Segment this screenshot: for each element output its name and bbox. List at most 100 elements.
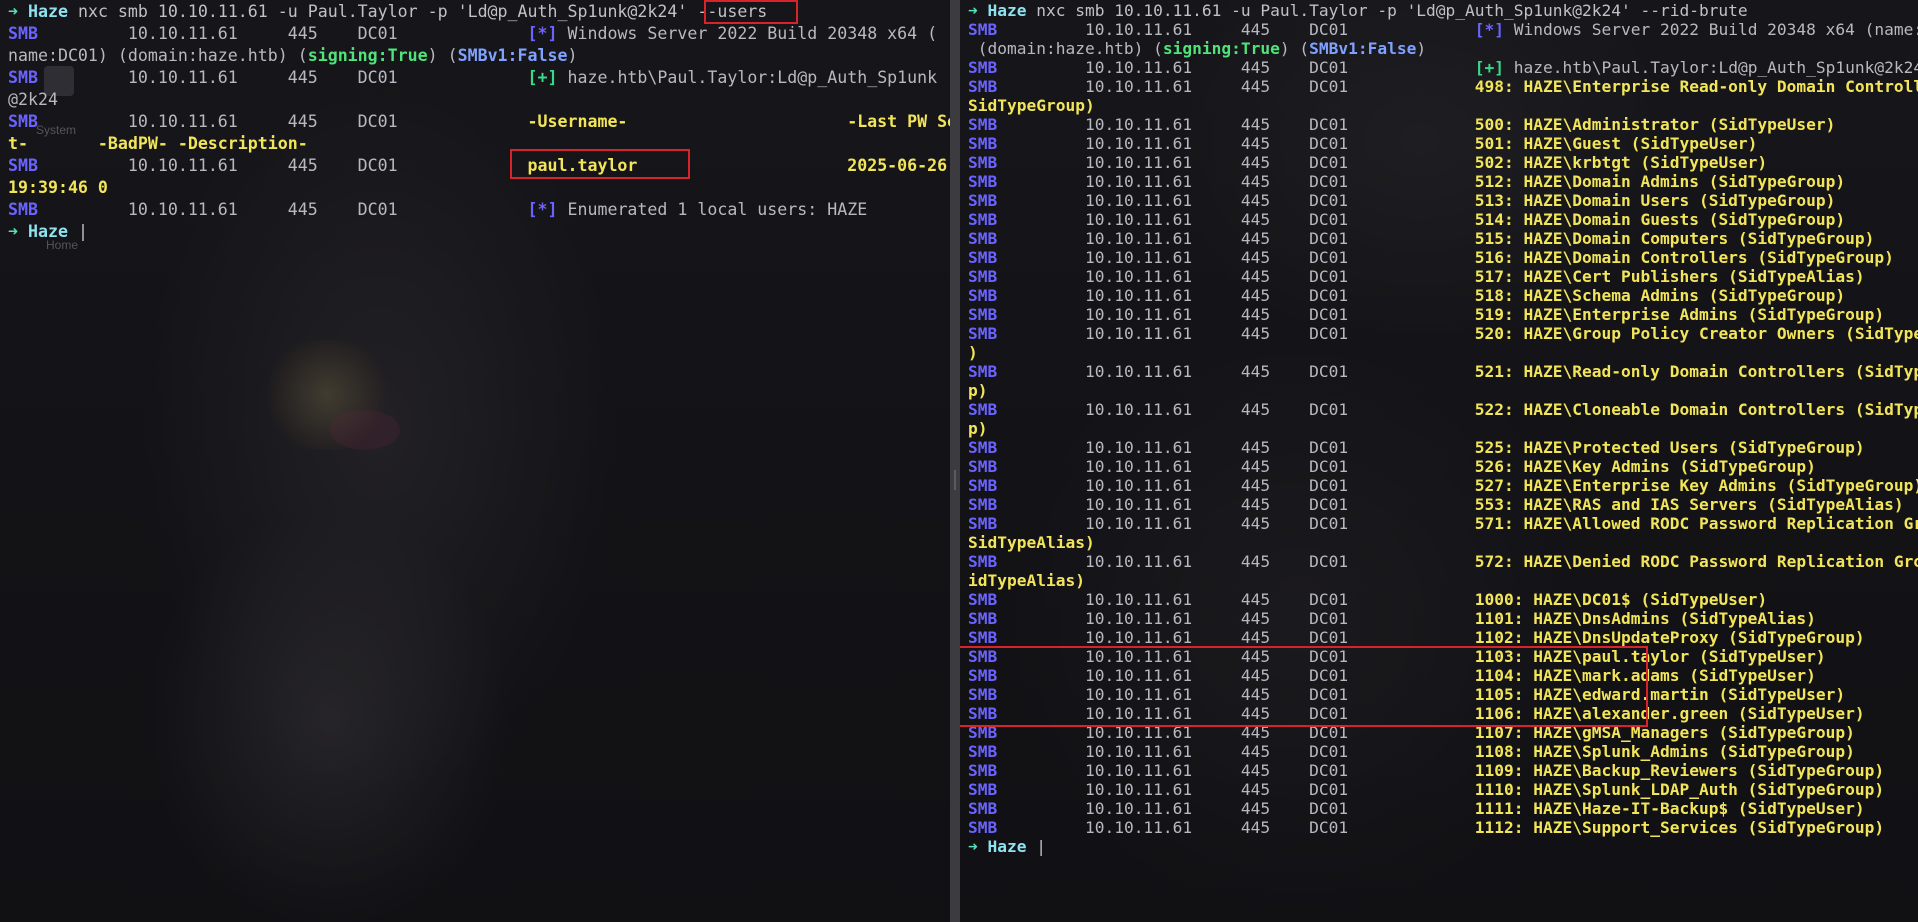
smb-tag: SMB [968,172,998,191]
text-cursor[interactable]: | [1036,837,1046,856]
rid-entry: 526: HAZE\Key Admins (SidTypeGroup) [1474,457,1816,476]
rid-entry: 572: HAZE\Denied RODC Password Replicati… [1474,552,1918,571]
smb-tag: SMB [968,134,998,153]
enumeration-summary: Enumerated 1 local users: HAZE [557,200,868,219]
banner-separator: ) ( [427,46,458,65]
smb-tag: SMB [968,628,998,647]
target-columns: 10.10.11.61 445 DC01 [997,134,1475,153]
target-columns: 10.10.11.61 445 DC01 [997,191,1475,210]
username-cell: paul.taylor [527,156,638,175]
rid-entry: 516: HAZE\Domain Controllers (SidTypeGro… [1474,248,1894,267]
prompt-arrow-icon: ➜ [8,222,18,241]
target-columns: 10.10.11.61 445 DC01 [997,628,1475,647]
prompt-arrow-icon: ➜ [968,1,978,20]
banner-continuation: (domain:haze.htb) ( [968,39,1163,58]
rid-entry: 501: HAZE\Guest (SidTypeUser) [1474,134,1758,153]
smb-tag: SMB [968,362,998,381]
text-cursor[interactable]: | [78,222,88,241]
target-columns: 10.10.11.61 445 DC01 [997,685,1475,704]
smb-tag: SMB [968,457,998,476]
smb-tag: SMB [968,647,998,666]
rid-entry-continuation: ) [968,343,978,362]
smb-tag: SMB [968,704,998,723]
smb-tag: SMB [968,609,998,628]
target-columns: 10.10.11.61 445 DC01 [997,818,1475,837]
user-row-continuation: 19:39:46 0 [8,178,108,197]
prompt-directory: Haze [987,1,1027,20]
rid-entry: 1103: HAZE\paul.taylor (SidTypeUser) [1474,647,1826,666]
rid-entry: 512: HAZE\Domain Admins (SidTypeGroup) [1474,172,1846,191]
users-table-header-continuation: t- -BadPW- -Description- [8,134,308,153]
prompt-directory: Haze [28,222,68,241]
smb-tag: SMB [968,305,998,324]
banner-text: Windows Server 2022 Build 20348 x64 (nam… [1513,20,1918,39]
banner-end: ) [1416,39,1427,58]
rid-entry: 519: HAZE\Enterprise Admins (SidTypeGrou… [1474,305,1885,324]
rid-entry: 1102: HAZE\DnsUpdateProxy (SidTypeGroup) [1474,628,1865,647]
rid-entry: 514: HAZE\Domain Guests (SidTypeGroup) [1474,210,1846,229]
target-columns: 10.10.11.61 445 DC01 [997,77,1475,96]
smb-tag: SMB [968,191,998,210]
smb-tag: SMB [8,156,38,175]
success-marker: [+] [527,68,558,87]
rid-entry: 1109: HAZE\Backup_Reviewers (SidTypeGrou… [1474,761,1885,780]
rid-entry: 1105: HAZE\edward.martin (SidTypeUser) [1474,685,1846,704]
command-text: nxc smb 10.10.11.61 -u Paul.Taylor -p 'L… [1026,1,1748,20]
target-columns: 10.10.11.61 445 DC01 [37,68,528,87]
auth-text: haze.htb\Paul.Taylor:Ld@p_Auth_Sp1unk [557,68,938,87]
smb-tag: SMB [968,666,998,685]
target-columns: 10.10.11.61 445 DC01 [997,267,1475,286]
target-columns: 10.10.11.61 445 DC01 [997,286,1475,305]
rid-entry: 1108: HAZE\Splunk_Admins (SidTypeGroup) [1474,742,1855,761]
rid-entry-continuation: idTypeAlias) [968,571,1085,590]
target-columns: 10.10.11.61 445 DC01 [997,248,1475,267]
rid-entry: 525: HAZE\Protected Users (SidTypeGroup) [1474,438,1865,457]
smb-tag: SMB [968,210,998,229]
rid-entry: 502: HAZE\krbtgt (SidTypeUser) [1474,153,1768,172]
smb-tag: SMB [968,400,998,419]
target-columns: 10.10.11.61 445 DC01 [997,362,1475,381]
auth-continuation: @2k24 [8,90,58,109]
target-columns: 10.10.11.61 445 DC01 [997,438,1475,457]
rid-entry: 1110: HAZE\Splunk_LDAP_Auth (SidTypeGrou… [1474,780,1885,799]
smb-tag: SMB [968,115,998,134]
rid-entry: 522: HAZE\Cloneable Domain Controllers (… [1474,400,1918,419]
rid-entry: 515: HAZE\Domain Computers (SidTypeGroup… [1474,229,1875,248]
smb-tag: SMB [968,723,998,742]
signing-status: signing:True [307,46,428,65]
smb-tag: SMB [968,818,998,837]
target-columns: 10.10.11.61 445 DC01 [997,153,1475,172]
rid-entry: 1101: HAZE\DnsAdmins (SidTypeAlias) [1474,609,1816,628]
left-terminal-output[interactable]: ➜ Haze nxc smb 10.10.11.61 -u Paul.Taylo… [0,0,950,243]
target-columns: 10.10.11.61 445 DC01 [997,324,1475,343]
pane-split-handle[interactable] [950,0,960,922]
command-text: nxc smb 10.10.11.61 -u Paul.Taylor -p 'L… [67,2,698,21]
target-columns: 10.10.11.61 445 DC01 [997,647,1475,666]
banner-separator: ) ( [1279,39,1310,58]
smb-tag: SMB [968,514,998,533]
prompt-arrow-icon: ➜ [968,837,978,856]
banner-end: ) [567,46,578,65]
rid-entry: 513: HAZE\Domain Users (SidTypeGroup) [1474,191,1836,210]
rid-entry: 1112: HAZE\Support_Services (SidTypeGrou… [1474,818,1885,837]
rid-entry: 527: HAZE\Enterprise Key Admins (SidType… [1474,476,1918,495]
target-columns: 10.10.11.61 445 DC01 [997,552,1475,571]
prompt-directory: Haze [987,837,1027,856]
target-columns: 10.10.11.61 445 DC01 [37,156,528,175]
target-columns: 10.10.11.61 445 DC01 [997,20,1475,39]
smb-tag: SMB [968,286,998,305]
smb-tag: SMB [8,200,38,219]
smb-tag: SMB [968,153,998,172]
target-columns: 10.10.11.61 445 DC01 [997,742,1475,761]
smb-tag: SMB [968,77,998,96]
left-terminal-pane[interactable]: System Home ➜ Haze nxc smb 10.10.11.61 -… [0,0,950,922]
target-columns: 10.10.11.61 445 DC01 [997,704,1475,723]
smb-tag: SMB [968,324,998,343]
success-marker: [+] [1474,58,1505,77]
smbv1-status: SMBv1:False [1309,39,1417,58]
smb-tag: SMB [968,552,998,571]
right-terminal-pane[interactable]: ➜ Haze nxc smb 10.10.11.61 -u Paul.Taylo… [960,0,1918,922]
right-terminal-output[interactable]: ➜ Haze nxc smb 10.10.11.61 -u Paul.Taylo… [960,0,1918,856]
smb-tag: SMB [968,780,998,799]
target-columns: 10.10.11.61 445 DC01 [997,609,1475,628]
